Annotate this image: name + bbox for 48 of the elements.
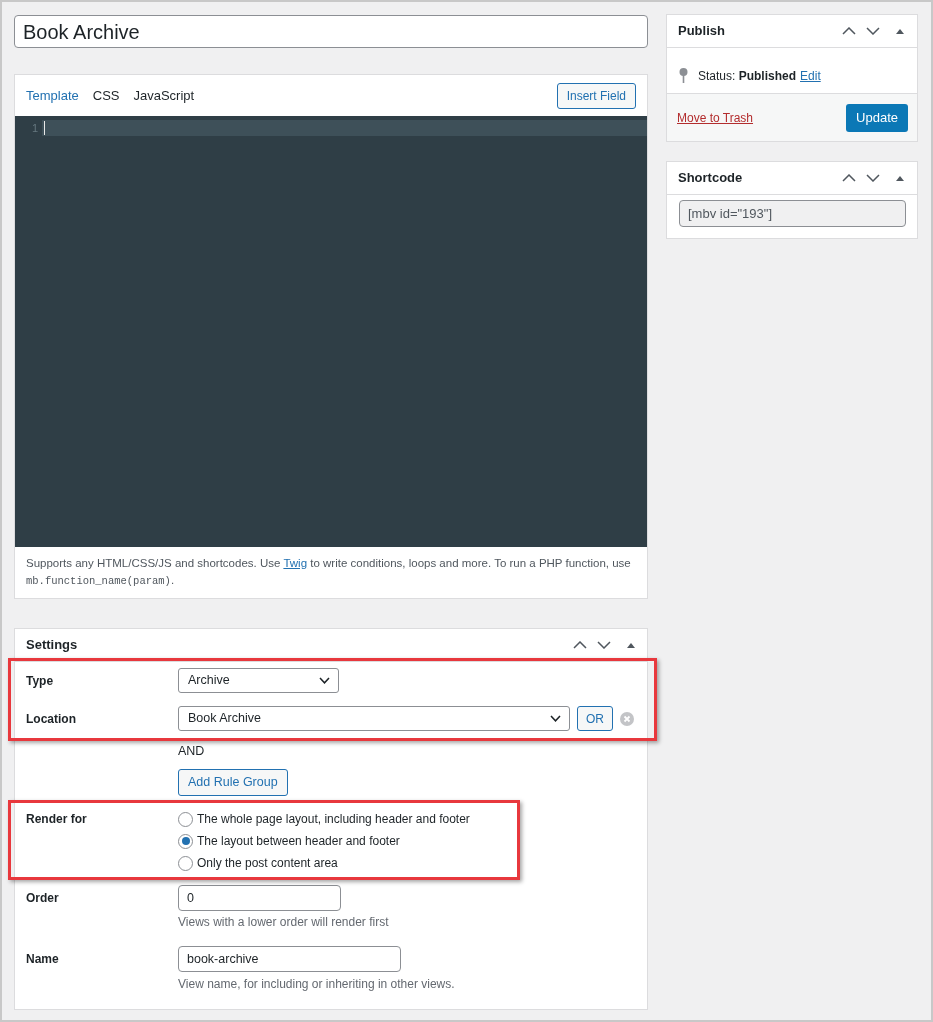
or-button[interactable]: OR [577,706,613,731]
order-input[interactable]: 0 [178,885,341,911]
panel-title: Publish [678,22,725,41]
type-select[interactable]: Archive [178,668,339,693]
chevron-up-icon[interactable] [842,27,856,35]
triangle-icon[interactable] [627,642,635,648]
chevron-up-icon[interactable] [842,174,856,182]
chevron-down-icon[interactable] [597,641,611,649]
radio-button[interactable] [178,833,193,849]
editor-tab[interactable]: Template [26,85,79,106]
status-text: Status: Published [698,67,797,85]
radio-button[interactable] [178,811,193,827]
field-label: Name [26,951,59,967]
shortcode-field[interactable]: [mbv id="193"] [679,200,906,227]
update-button[interactable]: Update [846,103,908,132]
add-rule-group-button[interactable]: Add Rule Group [178,769,288,796]
inline-link[interactable]: Twig [283,557,308,569]
pushpin-icon [679,68,688,83]
edit-link[interactable]: Edit [800,66,821,85]
and-label: AND [178,743,205,759]
field-hint: Views with a lower order will render first [178,914,389,930]
name-input[interactable]: book-archive [178,946,401,972]
field-label: Order [26,890,59,906]
location-select[interactable]: Book Archive [178,706,570,731]
radio-label[interactable]: Only the post content area [197,854,338,872]
field-hint: View name, for including or inheriting in other views. [178,976,455,992]
field-label: Location [26,710,76,727]
field-label: Render for [26,811,87,827]
text-cursor-icon [44,121,45,135]
radio-label[interactable]: The layout between header and footer [197,832,400,850]
title-field[interactable]: Book Archive [14,15,648,48]
panel-title: Shortcode [678,169,743,188]
radio-label[interactable]: The whole page layout, including header and footer [197,810,470,828]
move-to-trash-link[interactable]: Move to Trash [677,108,754,127]
insert-field-button[interactable]: Insert Field [556,82,636,109]
radio-button[interactable] [178,855,193,871]
panel-title: Settings [26,636,78,655]
chevron-down-icon[interactable] [866,174,880,182]
editor-tab[interactable]: JavaScript [133,85,195,106]
chevron-down-icon [550,715,561,722]
triangle-icon[interactable] [896,28,904,34]
help-text: Supports any HTML/CSS/JS and shortcodes. Use Twig to write conditions, loops and more. To run a PHP function, use mb.function_name(param). [25,556,632,589]
chevron-down-icon[interactable] [866,27,880,35]
triangle-icon[interactable] [896,175,904,181]
chevron-up-icon[interactable] [573,641,587,649]
chevron-down-icon [319,677,330,684]
editor-tab[interactable]: CSS [92,85,120,106]
field-label: Type [26,672,54,689]
